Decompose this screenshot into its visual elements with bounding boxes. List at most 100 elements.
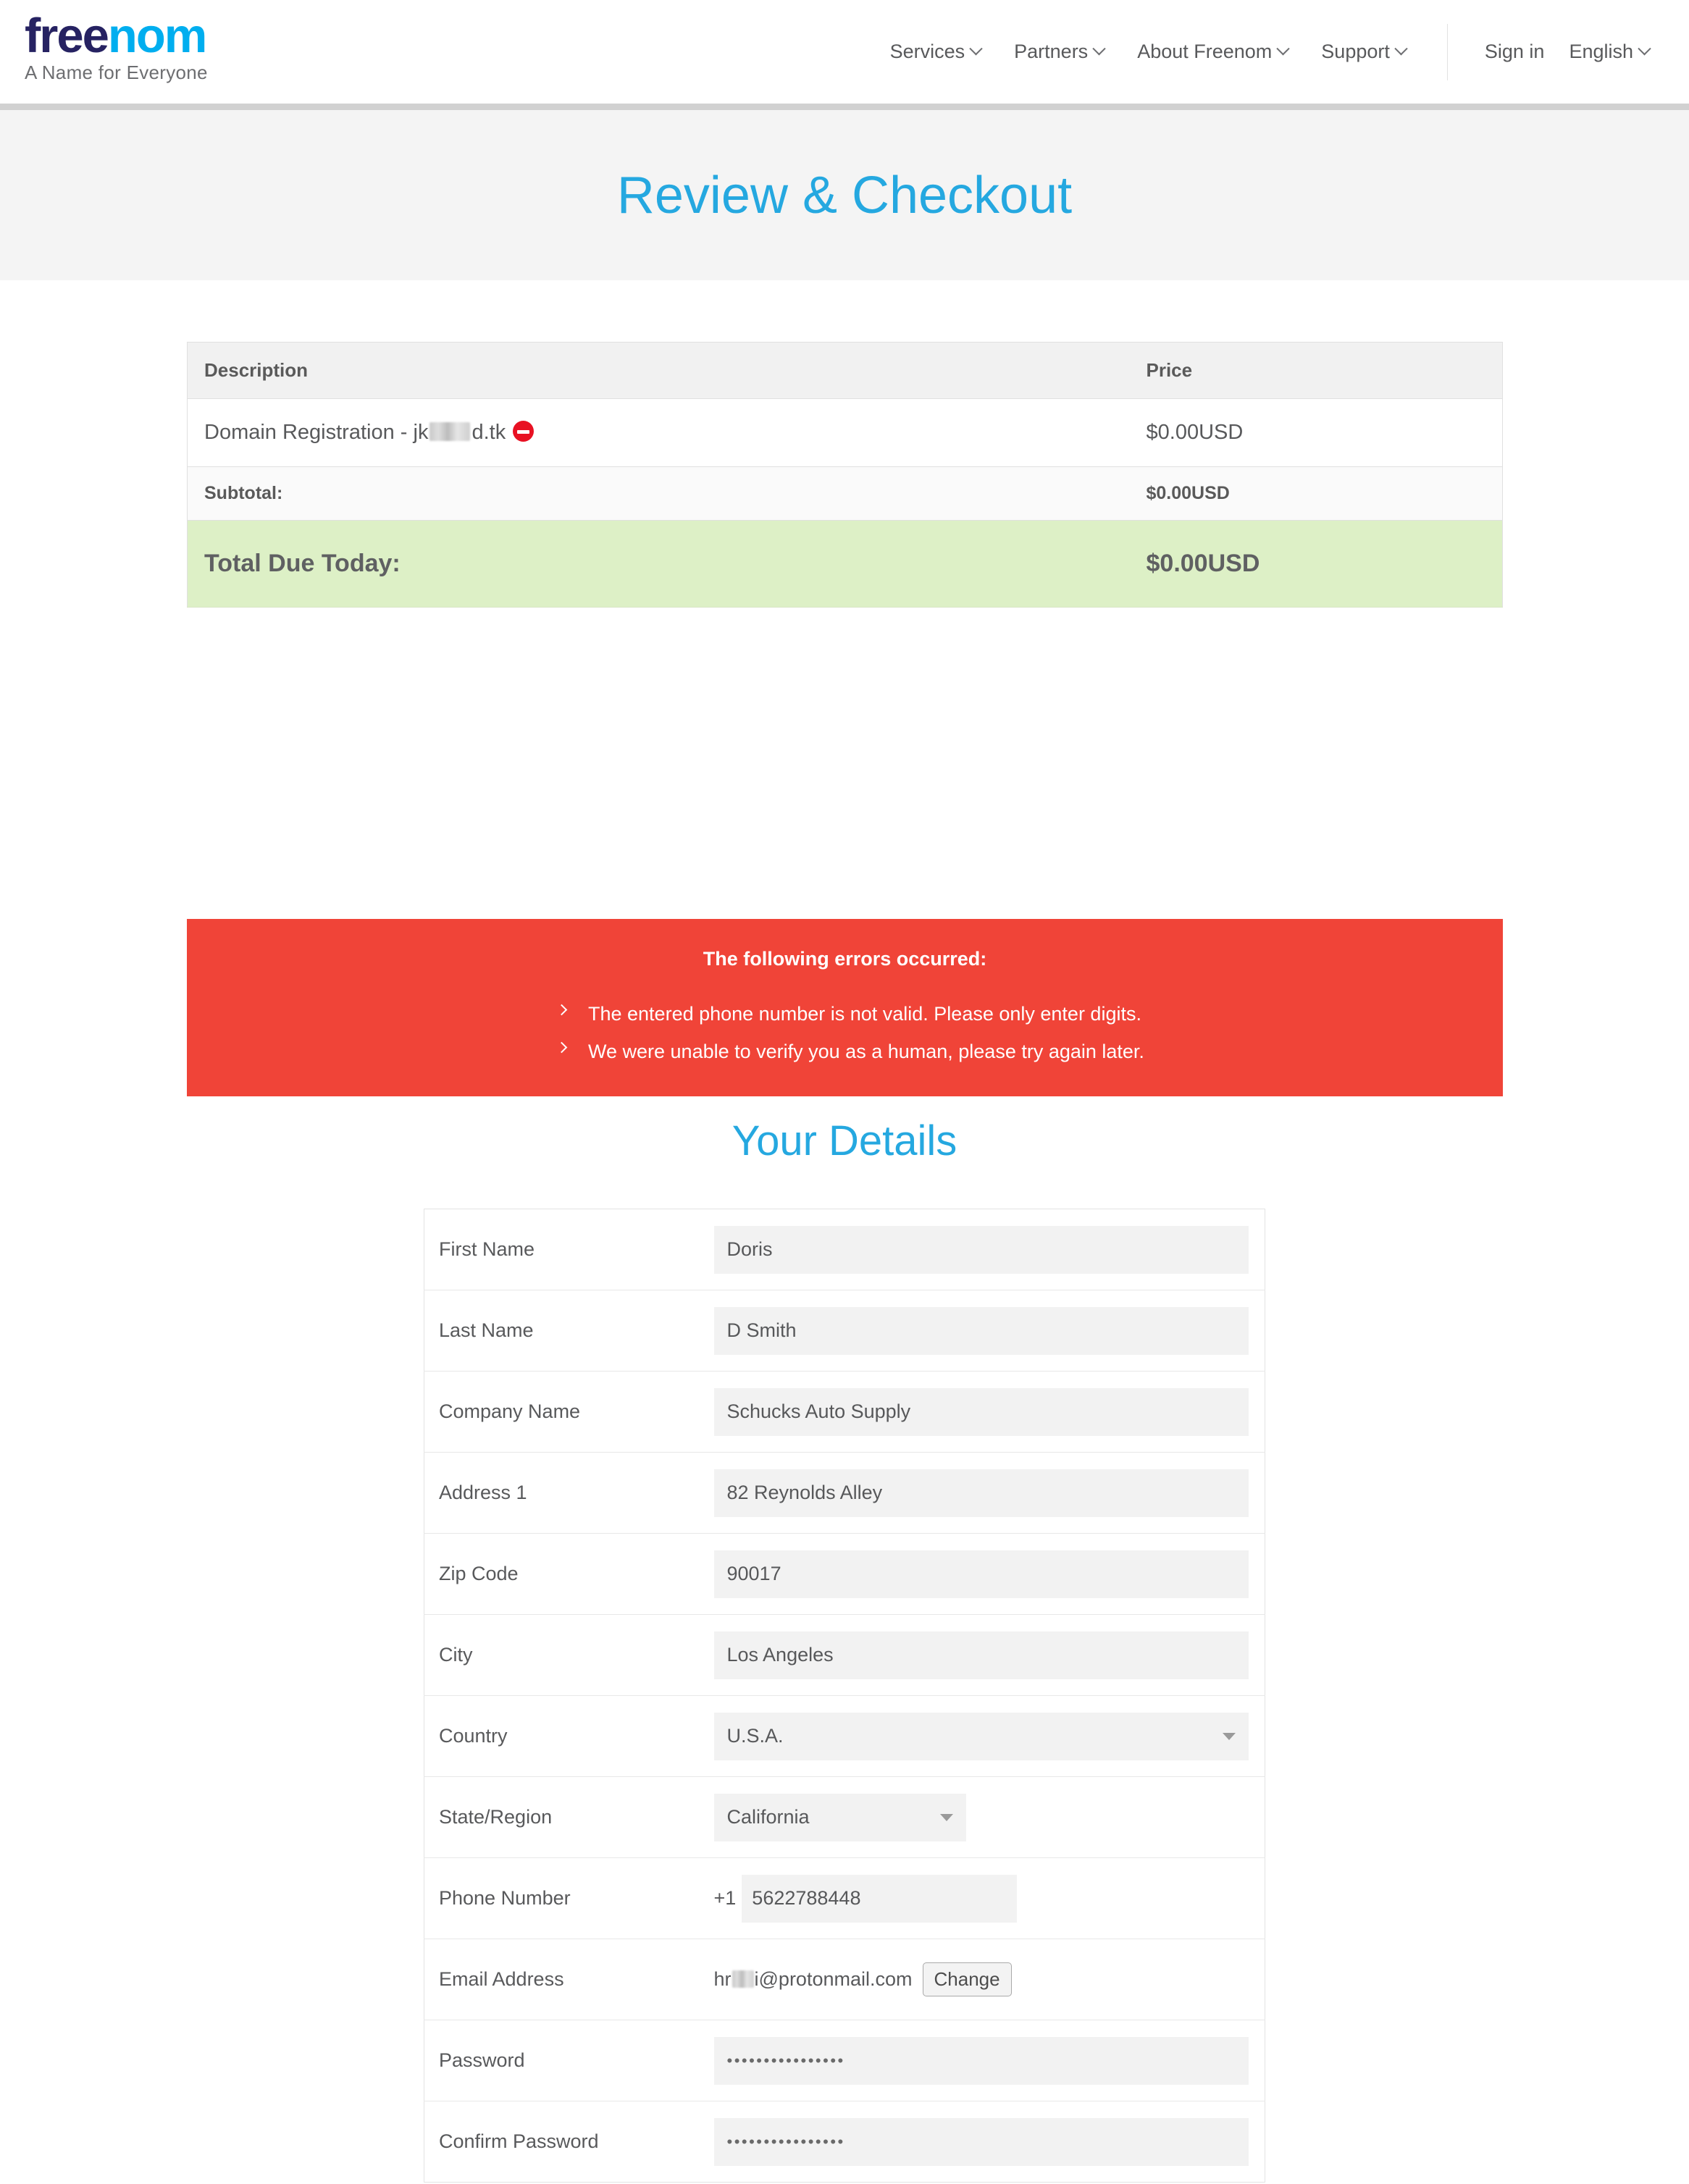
change-email-button[interactable]: Change xyxy=(922,1962,1012,1996)
caret-down-icon xyxy=(1223,1732,1236,1740)
your-details-form: First Name Doris Last Name D Smith Compa… xyxy=(424,1209,1265,2183)
confirm-password-input[interactable]: •••••••••••••••• xyxy=(713,2117,1249,2166)
form-row-company-name: Company Name Schucks Auto Supply xyxy=(424,1372,1265,1453)
form-row-country: Country U.S.A. xyxy=(424,1696,1265,1777)
chevron-down-icon xyxy=(1276,42,1290,56)
header-bottom-rule xyxy=(0,104,1689,110)
form-row-state-region: State/Region California xyxy=(424,1777,1265,1858)
label-last-name: Last Name xyxy=(439,1319,534,1341)
nav-label-support: Support xyxy=(1321,41,1390,62)
email-address-value: hr i@protonmail.com xyxy=(714,1968,913,1991)
chevron-right-icon xyxy=(556,1004,568,1016)
order-item-description: Domain Registration - jk d.tk xyxy=(188,399,1126,467)
nav-item-services[interactable]: Services xyxy=(873,41,998,63)
redacted-domain-text xyxy=(429,422,471,441)
subtotal-label: Subtotal: xyxy=(204,483,283,503)
zip-code-input[interactable]: 90017 xyxy=(713,1550,1249,1598)
error-list: The entered phone number is not valid. P… xyxy=(187,1002,1503,1064)
nav-label-services: Services xyxy=(889,41,965,62)
freenom-logo[interactable]: freenom A Name for Everyone xyxy=(25,12,208,82)
label-company-name: Company Name xyxy=(439,1400,581,1422)
phone-field-group: +1 5622788448 xyxy=(713,1874,1249,1923)
chevron-down-icon xyxy=(1638,42,1651,56)
page-hero: Review & Checkout xyxy=(0,110,1689,280)
form-row-first-name: First Name Doris xyxy=(424,1209,1265,1290)
error-item-text: We were unable to verify you as a human,… xyxy=(588,1040,1144,1062)
error-box-title: The following errors occurred: xyxy=(703,948,987,970)
nav-secondary-group: Sign in English xyxy=(1448,41,1689,63)
company-name-input[interactable]: Schucks Auto Supply xyxy=(713,1387,1249,1436)
label-phone-number: Phone Number xyxy=(439,1887,571,1909)
form-row-address-1: Address 1 82 Reynolds Alley xyxy=(424,1453,1265,1534)
first-name-input[interactable]: Doris xyxy=(713,1225,1249,1274)
language-label: English xyxy=(1569,41,1633,62)
error-message-box: The following errors occurred: The enter… xyxy=(187,919,1503,1096)
order-item-name-suffix: d.tk xyxy=(472,421,506,444)
error-list-item: We were unable to verify you as a human,… xyxy=(556,1040,1503,1064)
form-row-password: Password •••••••••••••••• xyxy=(424,2020,1265,2101)
city-input[interactable]: Los Angeles xyxy=(713,1631,1249,1679)
chevron-down-icon xyxy=(969,42,983,56)
order-item-row: Domain Registration - jk d.tk $0.00USD xyxy=(187,398,1503,467)
tax-note: Tax may be charged depending upon the st… xyxy=(424,2177,1242,2184)
form-row-phone-number: Phone Number +1 5622788448 xyxy=(424,1858,1265,1939)
page-title: Review & Checkout xyxy=(616,166,1073,224)
sign-in-link[interactable]: Sign in xyxy=(1472,41,1557,63)
nav-item-about-freenom[interactable]: About Freenom xyxy=(1120,41,1304,63)
main-navigation: Services Partners About Freenom Support xyxy=(873,0,1689,104)
logo-tagline: A Name for Everyone xyxy=(25,62,208,83)
password-input[interactable]: •••••••••••••••• xyxy=(713,2036,1249,2085)
chevron-right-icon xyxy=(556,1041,568,1054)
form-row-confirm-password: Confirm Password •••••••••••••••• xyxy=(424,2101,1265,2183)
country-select[interactable]: U.S.A. xyxy=(713,1712,1249,1760)
nav-item-partners[interactable]: Partners xyxy=(997,41,1120,63)
phone-country-code: +1 xyxy=(713,1887,737,1909)
caret-down-icon xyxy=(939,1813,953,1821)
chevron-down-icon xyxy=(1092,42,1106,56)
order-subtotal-row: Subtotal: $0.00USD xyxy=(187,466,1503,521)
column-header-description: Description xyxy=(204,359,309,381)
total-due-label: Total Due Today: xyxy=(204,550,401,577)
nav-item-support[interactable]: Support xyxy=(1304,41,1422,63)
label-zip-code: Zip Code xyxy=(439,1563,519,1584)
label-address-1: Address 1 xyxy=(439,1482,527,1503)
language-selector[interactable]: English xyxy=(1556,41,1661,63)
form-row-zip-code: Zip Code 90017 xyxy=(424,1534,1265,1615)
email-field-group: hr i@protonmail.com Change xyxy=(714,1962,1249,1996)
checkout-page: freenom A Name for Everyone Services Par… xyxy=(0,0,1689,2184)
label-email-address: Email Address xyxy=(439,1968,564,1990)
total-due-price: $0.00USD xyxy=(1146,550,1260,577)
column-header-price: Price xyxy=(1146,359,1193,381)
error-list-item: The entered phone number is not valid. P… xyxy=(556,1002,1503,1027)
logo-free-text: free xyxy=(25,9,109,63)
state-selected-value: California xyxy=(726,1806,810,1828)
email-domain: i@protonmail.com xyxy=(754,1968,913,1990)
order-summary-table: Description Price Domain Registration - … xyxy=(187,342,1503,608)
country-selected-value: U.S.A. xyxy=(726,1725,784,1747)
nav-label-about-freenom: About Freenom xyxy=(1137,41,1273,62)
label-first-name: First Name xyxy=(439,1238,535,1260)
label-state-region: State/Region xyxy=(439,1806,553,1828)
form-row-email-address: Email Address hr i@protonmail.com Change xyxy=(424,1939,1265,2020)
state-region-select[interactable]: California xyxy=(713,1793,966,1841)
your-details-heading: Your Details xyxy=(732,1117,957,1164)
site-header: freenom A Name for Everyone Services Par… xyxy=(0,0,1689,104)
form-row-city: City Los Angeles xyxy=(424,1615,1265,1696)
nav-label-partners: Partners xyxy=(1014,41,1089,62)
order-item-name-prefix: Domain Registration - jk xyxy=(204,421,429,444)
address-1-input[interactable]: 82 Reynolds Alley xyxy=(713,1469,1249,1517)
subtotal-price: $0.00USD xyxy=(1146,483,1230,503)
chevron-down-icon xyxy=(1394,42,1408,56)
order-table-header-row: Description Price xyxy=(187,342,1503,399)
error-item-text: The entered phone number is not valid. P… xyxy=(588,1003,1141,1025)
remove-item-icon[interactable] xyxy=(513,421,535,442)
label-password: Password xyxy=(439,2049,525,2071)
logo-nom-text: nom xyxy=(107,9,207,63)
order-total-row: Total Due Today: $0.00USD xyxy=(187,520,1503,608)
last-name-input[interactable]: D Smith xyxy=(713,1306,1249,1355)
form-row-last-name: Last Name D Smith xyxy=(424,1290,1265,1372)
order-item-price: $0.00USD xyxy=(1146,421,1244,444)
phone-number-input[interactable]: 5622788448 xyxy=(742,1874,1018,1923)
label-confirm-password: Confirm Password xyxy=(439,2130,599,2152)
redacted-email-text xyxy=(732,1970,754,1988)
